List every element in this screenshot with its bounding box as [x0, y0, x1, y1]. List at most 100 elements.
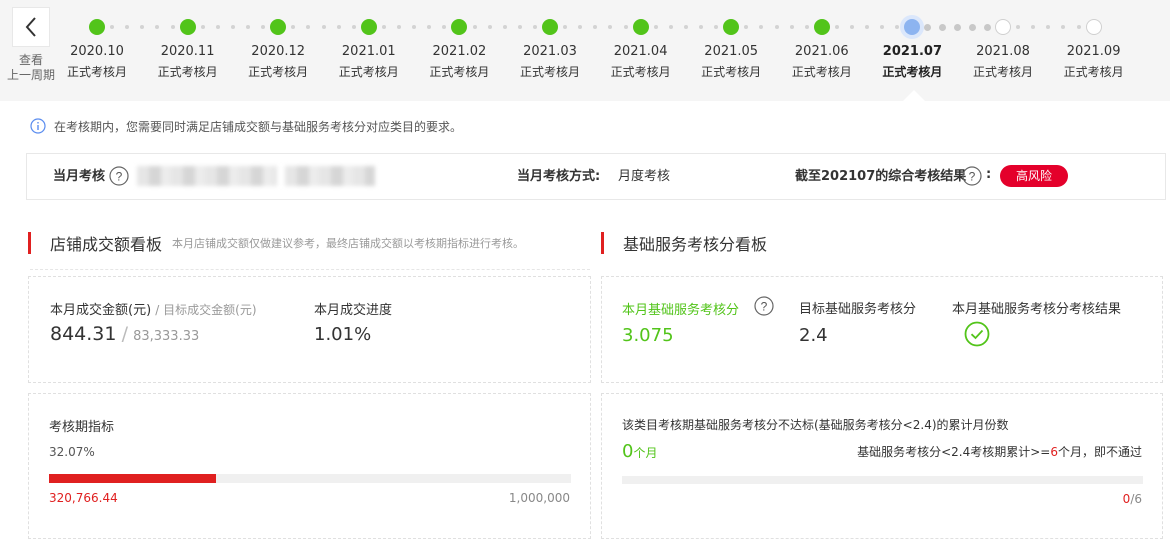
timeline-month-date: 2021.01: [341, 44, 396, 59]
timeline-month-status: 正式考核月: [882, 65, 943, 79]
timeline-connector-dot: [714, 25, 719, 29]
target-amount-label: / 目标成交金额(元): [155, 303, 257, 317]
timeline-dot-2021.02[interactable]: [451, 19, 468, 35]
timeline-dot-2020.12[interactable]: [270, 19, 287, 35]
method-label: 当月考核方式:: [517, 169, 601, 184]
timeline-connector-dot: [608, 25, 613, 29]
timeline-connector-dot: [759, 25, 764, 29]
timeline-connector-dot: [155, 25, 160, 29]
timeline-connector-dot: [969, 23, 977, 31]
service-board-header: 基础服务考核分看板: [601, 232, 767, 254]
svg-text:?: ?: [761, 300, 768, 314]
timeline-connector-dot: [532, 25, 537, 29]
progress-label: 本月成交进度: [314, 303, 393, 318]
fail-months-ratio: 0/6: [1122, 492, 1142, 506]
timeline-connector-dot: [954, 23, 962, 31]
timeline-month-date: 2020.11: [160, 44, 215, 59]
timeline-month-2021.07[interactable]: 2021.07 正式考核月: [872, 42, 952, 82]
timeline-month-status: 正式考核月: [429, 65, 490, 79]
timeline-month-date: 2021.09: [1066, 44, 1121, 59]
timeline-month-date: 2021.06: [794, 44, 849, 59]
timeline-dot-2021.04[interactable]: [632, 19, 649, 35]
svg-text:?: ?: [116, 170, 123, 184]
target-score-value: 2.4: [799, 325, 828, 346]
help-icon[interactable]: ?: [754, 296, 774, 316]
info-icon: [30, 118, 46, 134]
timeline-connector-dot: [442, 25, 447, 29]
timeline-month-2020.10[interactable]: 2020.10 正式考核月: [57, 42, 137, 82]
timeline-month-2021.05[interactable]: 2021.05 正式考核月: [691, 42, 771, 82]
timeline-month-date: 2021.08: [976, 44, 1030, 59]
method-value: 月度考核: [618, 169, 671, 184]
timeline-dot-2021.08[interactable]: [995, 19, 1011, 35]
timeline-month-status: 正式考核月: [1063, 65, 1124, 79]
period-target-card: 考核期指标 32.07% 320,766.44 1,000,000: [28, 393, 591, 539]
timeline-month-2021.01[interactable]: 2021.01 正式考核月: [329, 42, 409, 82]
timeline-dot-2021.01[interactable]: [360, 19, 377, 35]
timeline-month-2021.04[interactable]: 2021.04 正式考核月: [601, 42, 681, 82]
timeline-month-2021.02[interactable]: 2021.02 正式考核月: [419, 42, 499, 82]
timeline-connector-dot: [125, 25, 130, 29]
timeline-connector-dot: [653, 25, 658, 29]
timeline-month-status: 正式考核月: [701, 65, 762, 79]
timeline-connector-dot: [699, 25, 703, 29]
help-icon[interactable]: ?: [109, 166, 129, 186]
timeline-connector-dot: [110, 25, 115, 29]
monthly-sales-label: 本月成交金额(元) / 目标成交金额(元): [50, 299, 257, 318]
timeline-connector-dot: [578, 25, 583, 29]
sales-board-header: 店铺成交额看板 本月店铺成交额仅做建议参考，最终店铺成交额以考核期指标进行考核。: [28, 232, 524, 254]
timeline-connector-dot: [412, 25, 417, 29]
timeline-connector-dot: [472, 25, 477, 29]
timeline-connector-dot: [865, 25, 870, 29]
timeline-dot-2021.07[interactable]: [904, 19, 921, 35]
sales-board-subtitle: 本月店铺成交额仅做建议参考，最终店铺成交额以考核期指标进行考核。: [172, 237, 525, 250]
assessment-notice: 在考核期内，您需要同时满足店铺成交额与基础服务考核分对应类目的要求。: [30, 117, 462, 135]
timeline-month-2021.03[interactable]: 2021.03 正式考核月: [510, 42, 590, 82]
monthly-sales-card: 本月成交金额(元) / 目标成交金额(元) 844.31 / 83,333.33…: [28, 276, 591, 383]
timeline-dot-2021.06[interactable]: [813, 19, 830, 35]
timeline-connector-dot: [502, 25, 507, 29]
risk-badge[interactable]: 高风险: [1000, 165, 1068, 187]
redacted-category-2: [285, 166, 375, 186]
timeline-month-2021.06[interactable]: 2021.06 正式考核月: [782, 42, 862, 82]
timeline-month-2021.09[interactable]: 2021.09 正式考核月: [1054, 42, 1134, 82]
timeline-month-date: 2021.03: [523, 44, 577, 59]
help-icon[interactable]: ?: [962, 166, 982, 186]
section-accent-bar: [28, 232, 31, 254]
timeline-dot-2020.11[interactable]: [179, 19, 196, 35]
timeline-dot-2020.10[interactable]: [89, 19, 105, 35]
timeline-dot-2021.05[interactable]: [723, 19, 740, 35]
timeline-connector-dot: [246, 25, 250, 29]
timeline-month-status: 正式考核月: [338, 65, 399, 79]
previous-period-label[interactable]: 查看 上一周期: [2, 53, 60, 83]
timeline-connector-dot: [306, 25, 311, 29]
target-score-label: 目标基础服务考核分: [799, 302, 917, 317]
timeline-connector-dot: [623, 25, 628, 29]
current-assessment-label: 当月考核: [53, 169, 106, 184]
timeline-month-date: 2021.05: [704, 44, 759, 59]
timeline-month-date: 2020.10: [70, 44, 124, 59]
timeline-connector-dot: [427, 25, 432, 29]
timeline-dot-2021.09[interactable]: [1085, 19, 1102, 35]
timeline-connector-dot: [668, 25, 673, 29]
timeline-month-2020.11[interactable]: 2020.11 正式考核月: [148, 42, 228, 82]
period-progress-bar: [49, 474, 571, 483]
previous-period-button[interactable]: [12, 7, 50, 47]
timeline-month-2021.08[interactable]: 2021.08 正式考核月: [963, 42, 1043, 82]
service-board-title: 基础服务考核分看板: [623, 235, 768, 254]
timeline-month-status: 正式考核月: [519, 65, 580, 79]
section-accent-bar: [601, 232, 604, 254]
timeline-month-status: 正式考核月: [972, 65, 1033, 79]
check-circle-icon: [964, 321, 990, 347]
fail-months-description: 该类目考核期基础服务考核分不达标(基础服务考核分<2.4)的累计月份数: [622, 418, 1009, 432]
timeline-month-2020.12[interactable]: 2020.12 正式考核月: [238, 42, 318, 82]
timeline-connector-dot: [1061, 25, 1066, 29]
timeline-dot-2021.03[interactable]: [542, 19, 558, 35]
svg-text:?: ?: [969, 170, 976, 184]
notice-text: 在考核期内，您需要同时满足店铺成交额与基础服务考核分对应类目的要求。: [54, 119, 463, 134]
timeline-connector-dot: [170, 25, 175, 29]
current-month-pointer: [903, 90, 925, 101]
fail-months-count: 0个月: [622, 441, 657, 462]
service-score-value: 3.075: [622, 325, 674, 346]
timeline-month-date: 2021.04: [613, 44, 668, 59]
